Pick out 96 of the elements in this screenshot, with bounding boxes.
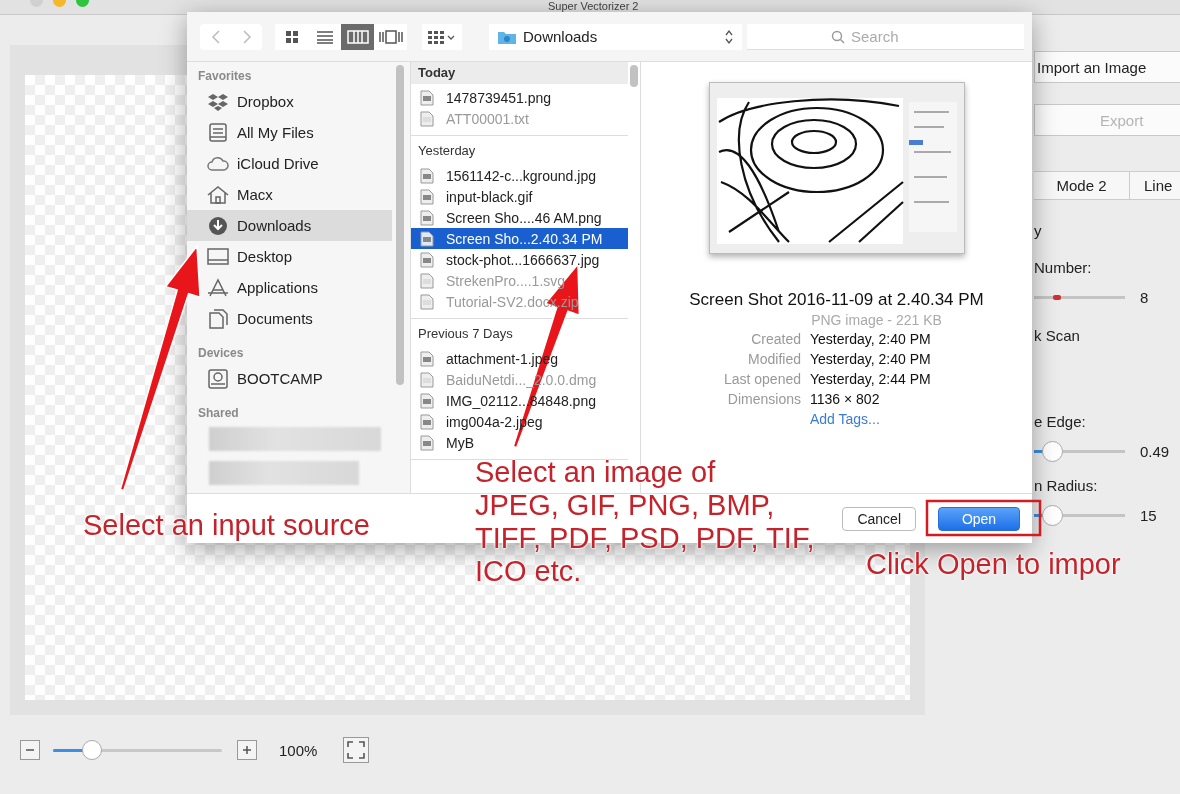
file-icon [420,434,434,451]
file-icon [420,188,434,205]
sidebar-item[interactable]: Applications [187,272,392,303]
file-item[interactable]: stock-phot...1666637.jpg [411,249,628,270]
meta-label: Dimensions [726,390,801,409]
sidebar-heading: Devices [197,345,245,362]
file-icon [420,110,434,127]
sidebar-item[interactable]: Downloads [187,210,392,241]
download-icon [207,215,229,236]
sidebar-item[interactable]: Dropbox [187,86,392,117]
cover-flow-icon [378,29,403,44]
file-kind-size: PNG image - 221 KB [811,312,942,328]
scrollbar[interactable] [630,65,638,87]
meta-value: 1136 × 802 [810,390,881,409]
file-icon [420,89,434,106]
annotation-text: Select an input source [83,508,370,543]
up-down-arrows-icon [724,28,734,45]
file-icon [420,392,434,409]
add-tags-link[interactable]: Add Tags... [810,410,1032,429]
applications-icon [207,277,229,298]
sidebar-item[interactable]: iCloud Drive [187,148,392,179]
zoom-in-button[interactable] [237,740,257,760]
slider-value: 8 [1140,288,1149,306]
meta-label: Modified [747,350,801,369]
meta-value: Yesterday, 2:40 PM [810,350,932,369]
plus-icon [241,744,253,756]
location-popup[interactable]: Downloads [489,23,742,50]
file-icon [420,371,434,388]
file-icon [420,167,434,184]
list-icon [315,29,334,44]
meta-value: Yesterday, 2:40 PM [810,330,932,349]
file-item[interactable]: MyB [411,432,628,453]
sidebar-heading: Shared [197,405,240,422]
annotation-text: Click Open to impor [866,547,1121,582]
mode-segment[interactable]: Line [1130,172,1180,199]
parameter-label: n Radius: [1034,477,1099,496]
slider-value: 15 [1140,506,1157,524]
scrollbar[interactable] [396,65,404,385]
fit-to-window-button[interactable] [343,737,370,763]
file-icon [420,209,434,226]
dropbox-icon [207,91,229,112]
zoom-out-button[interactable] [20,740,40,760]
group-heading: Previous 7 Days [417,325,514,343]
meta-label: Last opened [722,370,801,389]
parameter-label: e Edge: [1034,413,1087,432]
search-icon [831,29,845,44]
file-title: Screen Shot 2016-11-09 at 2.40.34 PM [688,289,985,311]
open-button[interactable]: Open [938,506,1020,531]
meta-label: Created [750,330,801,349]
file-icon [420,272,434,289]
file-item[interactable]: 1561142-c...kground.jpg [411,165,628,186]
parameter-slider[interactable] [1034,504,1125,526]
sidebar-item[interactable]: Macx [187,179,392,210]
documents-icon [207,308,229,329]
house-icon [207,184,229,205]
sidebar-item[interactable]: Desktop [187,241,392,272]
zoom-percentage: 100% [279,741,318,759]
parameter-label: k Scan [1034,327,1081,346]
annotation-text: Select an image of JPEG, GIF, PNG, BMP, TIFF, PDF, PSD, PDF, TIF, ICO etc. [475,456,815,588]
cancel-button[interactable]: Cancel [842,506,916,531]
sidebar-heading: Favorites [197,68,253,85]
grid-icon [284,29,299,44]
columns-icon [346,29,369,44]
file-icon [420,230,434,247]
window-title: Super Vectorizer 2 [548,0,639,12]
file-icon [420,413,434,430]
file-item[interactable]: Screen Sho...2.40.34 PM [411,228,628,249]
file-icon [420,251,434,268]
monitor-icon [207,246,229,267]
file-item[interactable]: 1478739451.png [411,87,628,108]
chevron-right-icon [241,29,252,44]
slider-value: 0.49 [1140,442,1170,460]
grid-caret-icon [427,29,457,44]
expand-corners-icon [346,740,367,760]
column-view-button[interactable] [341,23,374,50]
meta-value: Yesterday, 2:44 PM [810,370,932,389]
zoom-slider[interactable] [53,739,222,761]
parameter-label: Number: [1034,259,1093,278]
disk-drive-icon [207,368,229,389]
sidebar-item[interactable]: BOOTCAMP [187,363,392,394]
file-icon [420,350,434,367]
arrange-button[interactable] [422,23,462,50]
file-item[interactable]: Screen Sho....46 AM.png [411,207,628,228]
chevron-left-icon [210,29,221,44]
sidebar-item[interactable]: All My Files [187,117,392,148]
file-item[interactable]: input-black.gif [411,186,628,207]
group-heading: Yesterday [417,142,477,160]
group-heading: Today [411,62,628,84]
parameter-label: y [1034,222,1043,241]
parameter-slider[interactable] [1034,440,1125,462]
import-image-button[interactable]: Import an Image [1034,51,1180,83]
search-field[interactable]: Search [747,23,1024,50]
sidebar-item[interactable]: Documents [187,303,392,334]
file-icon [420,293,434,310]
mode-segment[interactable]: Mode 2 [1034,172,1130,199]
file-cabinet-icon [207,122,229,143]
